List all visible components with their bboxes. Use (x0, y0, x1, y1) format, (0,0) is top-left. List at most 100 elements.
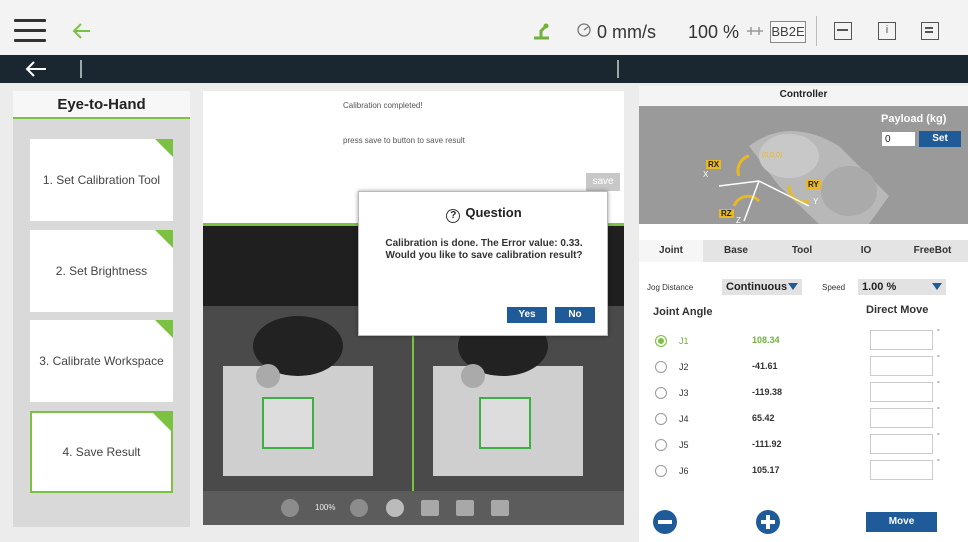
log-icon[interactable] (921, 22, 939, 40)
payload-set-button[interactable]: Set (919, 131, 961, 147)
joint-angle-header: Joint Angle (653, 306, 713, 318)
degree-unit: ° (937, 433, 940, 440)
controller-panel: Controller Payload (kg) 0 Set RX RY RZ X… (639, 86, 968, 542)
rx-label[interactable]: RX (706, 160, 722, 169)
fit-icon[interactable] (386, 499, 404, 517)
joint-value: -119.38 (752, 387, 783, 397)
degree-unit: ° (937, 407, 940, 414)
question-icon: ? (446, 209, 461, 223)
dialog-message: Calibration is done. The Error value: 0.… (385, 238, 583, 261)
status-message: Calibration completed! (343, 101, 423, 110)
direct-move-input[interactable] (870, 330, 933, 350)
jog-distance-label: Jog Distance (647, 283, 694, 292)
rz-label[interactable]: RZ (719, 209, 734, 218)
z-label: Z (736, 216, 741, 224)
payload-label: Payload (kg) (881, 113, 947, 125)
direct-move-input[interactable] (870, 434, 933, 454)
question-dialog: ? Question Calibration is done. The Error… (358, 191, 608, 336)
step-label: 3. Calibrate Workspace (39, 354, 164, 368)
degree-unit: ° (937, 381, 940, 388)
step-complete-corner (153, 413, 171, 431)
tab-freebot[interactable]: FreeBot (897, 240, 968, 262)
step-complete-corner (155, 139, 173, 157)
camera-controls: 100% (203, 491, 624, 525)
dialog-title-text: Question (465, 205, 522, 220)
joint-radio[interactable] (655, 335, 667, 347)
zoom-in-icon[interactable] (350, 499, 368, 517)
info-icon[interactable]: i (878, 22, 896, 40)
jog-distance-select[interactable]: Continuous (722, 279, 802, 295)
direct-move-header: Direct Move (866, 304, 929, 316)
speed-select[interactable]: 1.00 % (858, 279, 946, 295)
joint-value: -41.61 (752, 361, 778, 371)
increase-icon[interactable] (756, 510, 780, 534)
chevron-down-icon (788, 283, 798, 290)
back-arrow-icon[interactable] (70, 19, 94, 43)
direct-move-input[interactable] (870, 382, 933, 402)
nav-divider (80, 60, 82, 78)
zoom-out-icon[interactable] (281, 499, 299, 517)
nav-back-arrow-icon[interactable] (24, 59, 48, 79)
controller-title: Controller (639, 86, 968, 106)
device-badge[interactable]: BB2E (770, 21, 806, 43)
step-label: 2. Set Brightness (55, 264, 148, 278)
joint-row-j4: J4 65.42 ° (639, 407, 968, 433)
degree-unit: ° (937, 329, 940, 336)
chevron-down-icon (932, 283, 942, 290)
step-set-calibration-tool[interactable]: 1. Set Calibration Tool (30, 139, 173, 221)
degree-unit: ° (937, 355, 940, 362)
navigation-bar (0, 55, 968, 83)
tab-io[interactable]: IO (835, 240, 897, 262)
save-button[interactable]: save (586, 173, 620, 191)
step-save-result[interactable]: 4. Save Result (30, 411, 173, 493)
joint-name: J4 (679, 414, 689, 424)
tab-tool[interactable]: Tool (769, 240, 835, 262)
payload-input[interactable]: 0 (881, 131, 916, 147)
panel-title: Eye-to-Hand (13, 91, 190, 119)
instruction-message: press save to button to save result (343, 136, 465, 145)
play-icon[interactable] (421, 500, 439, 516)
joint-radio[interactable] (655, 413, 667, 425)
origin-label: (0,0,0) (762, 152, 783, 159)
window-icon[interactable] (834, 22, 852, 40)
step-calibrate-workspace[interactable]: 3. Calibrate Workspace (30, 320, 173, 402)
step-set-brightness[interactable]: 2. Set Brightness (30, 230, 173, 312)
joint-value: -111.92 (752, 439, 782, 449)
direct-move-input[interactable] (870, 356, 933, 376)
top-toolbar: 0 mm/s 100 % BB2E i (0, 0, 968, 55)
robot-status-icon (534, 23, 549, 40)
tab-base[interactable]: Base (703, 240, 769, 262)
speed-value: 1.00 % (862, 281, 897, 293)
direct-move-input[interactable] (870, 460, 933, 480)
step-complete-corner (155, 320, 173, 338)
speed-readout: 0 mm/s (597, 22, 657, 42)
joint-radio[interactable] (655, 465, 667, 477)
tab-joint[interactable]: Joint (639, 240, 703, 262)
pause-icon[interactable] (491, 500, 509, 516)
step-complete-corner (155, 230, 173, 248)
zoom-level: 100% (315, 503, 336, 512)
move-button[interactable]: Move (866, 512, 937, 532)
joint-name: J1 (679, 336, 689, 346)
nav-divider (617, 60, 619, 78)
joint-radio[interactable] (655, 387, 667, 399)
step-label: 4. Save Result (62, 445, 141, 459)
hamburger-menu-icon[interactable] (14, 19, 46, 43)
degree-unit: ° (937, 459, 940, 466)
step-forward-icon[interactable] (456, 500, 474, 516)
speed-percent: 100 % (688, 22, 740, 42)
x-label: X (703, 170, 709, 179)
yes-button[interactable]: Yes (507, 307, 547, 323)
direct-move-input[interactable] (870, 408, 933, 428)
no-button[interactable]: No (555, 307, 595, 323)
ry-label[interactable]: RY (806, 180, 821, 189)
jog-tabs: Joint Base Tool IO FreeBot (639, 240, 968, 262)
decrease-icon[interactable] (653, 510, 677, 534)
connection-icon (747, 27, 763, 35)
joint-radio[interactable] (655, 361, 667, 373)
joint-radio[interactable] (655, 439, 667, 451)
steps-panel: Eye-to-Hand 1. Set Calibration Tool 2. S… (13, 91, 190, 527)
joint-name: J5 (679, 440, 689, 450)
toolbar-divider (816, 16, 817, 46)
speed-label: Speed (822, 283, 846, 292)
